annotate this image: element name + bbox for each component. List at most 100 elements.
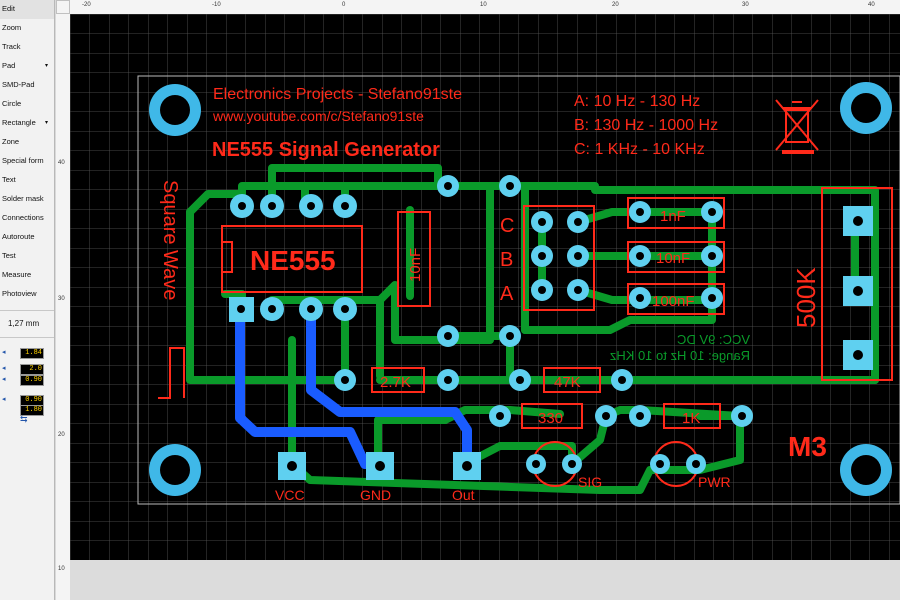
tool-label: Track xyxy=(2,42,21,51)
grid-size-value[interactable]: 1,27 mm xyxy=(8,319,39,328)
tool-pad[interactable]: Pad ▾ xyxy=(0,57,54,76)
resistor-1k-label: 1K xyxy=(682,410,700,427)
tool-label: Autoroute xyxy=(2,232,35,241)
tool-photoview[interactable]: Photoview xyxy=(0,285,54,304)
pad-size-row[interactable]: ◂ 2.0 xyxy=(0,364,54,375)
pad-out-label: Out xyxy=(452,487,475,503)
tool-label: SMD-Pad xyxy=(2,80,35,89)
mounting-hole xyxy=(840,444,892,496)
smd-size-icon: ◂ xyxy=(2,396,6,403)
tool-label: Rectangle xyxy=(2,118,36,127)
ruler-top-label: -20 xyxy=(82,2,91,8)
ruler-top-label: -10 xyxy=(212,2,221,8)
tool-label: Test xyxy=(2,251,16,260)
cap-10nf-label: 10nF xyxy=(407,248,424,282)
square-wave-label: Square Wave xyxy=(159,180,181,300)
swap-icon[interactable]: ⇆ xyxy=(20,414,28,425)
pad-drill-icon: ◂ xyxy=(2,376,6,383)
tool-rectangle[interactable]: Rectangle ▾ xyxy=(0,114,54,133)
pad-gnd-label: GND xyxy=(360,487,391,503)
tool-sidebar: Edit Zoom Track Pad ▾ SMD-Pad Circle Rectangle ▾… xyxy=(0,0,55,600)
resistor-330-label: 330 xyxy=(538,410,563,427)
tool-label: Circle xyxy=(2,99,22,108)
mounting-hole xyxy=(840,82,892,134)
range-b: B: 130 Hz - 1000 Hz xyxy=(574,117,718,134)
ruler-left-label: 10 xyxy=(58,566,65,572)
ruler-top-label: 10 xyxy=(480,2,487,8)
tool-label: Text xyxy=(2,175,16,184)
mounting-hole xyxy=(149,84,201,136)
ruler-top-label: 0 xyxy=(342,2,346,8)
resistor-2k7-label: 2.7K xyxy=(380,374,411,391)
tool-label: Zone xyxy=(2,137,20,146)
author-line: Electronics Projects - Stefano91ste xyxy=(213,86,462,103)
mounting-hole xyxy=(149,444,201,496)
range-c: C: 1 KHz - 10 KHz xyxy=(574,141,705,158)
pad-size-icon: ◂ xyxy=(2,365,6,372)
pad-drill-row[interactable]: ◂ 0.90 xyxy=(0,375,54,386)
ruler-corner xyxy=(56,0,70,14)
chevron-down-icon: ▾ xyxy=(44,63,48,69)
divider xyxy=(0,310,54,311)
tool-measure[interactable]: Measure xyxy=(0,266,54,285)
ruler-top: -20 -10 0 10 20 30 40 xyxy=(70,0,900,15)
model-label: M3 xyxy=(788,431,827,462)
track-width-row[interactable]: ◂ 1.84 xyxy=(0,348,54,359)
board-title: NE555 Signal Generator xyxy=(212,139,440,161)
tool-connections[interactable]: Connections xyxy=(0,209,54,228)
pad-drill-value[interactable]: 0.90 xyxy=(20,375,44,386)
cap-1nf-label: 1nF xyxy=(660,208,686,225)
led-sig-label: SIG xyxy=(578,474,602,490)
tool-label: Measure xyxy=(2,270,32,279)
range-a: A: 10 Hz - 130 Hz xyxy=(574,93,700,110)
led-pwr-label: PWR xyxy=(698,474,731,490)
resistor-47k-label: 47K xyxy=(554,374,581,391)
pcb-canvas[interactable]: NE555 10nF Electronics Projects - Stefan… xyxy=(70,14,900,560)
tool-circle[interactable]: Circle xyxy=(0,95,54,114)
tool-list: Edit Zoom Track Pad ▾ SMD-Pad Circle Rectangle ▾… xyxy=(0,0,54,304)
switch-letter-a: A xyxy=(500,283,514,305)
track-width-icon: ◂ xyxy=(2,349,6,356)
tool-zone[interactable]: Zone xyxy=(0,133,54,152)
ic-label: NE555 xyxy=(250,245,336,276)
tool-special-form[interactable]: Special form xyxy=(0,152,54,171)
tool-label: Connections xyxy=(2,213,44,222)
smd-size-row[interactable]: ◂ 0.90 xyxy=(0,395,54,406)
mirrored-note-range: Range: 10 Hz to 10 KHz xyxy=(610,348,750,363)
tool-autoroute[interactable]: Autoroute xyxy=(0,228,54,247)
url-line: www.youtube.com/c/Stefano91ste xyxy=(212,108,424,124)
pot-label: 500K xyxy=(791,267,821,328)
tool-label: Solder mask xyxy=(2,194,44,203)
ruler-left-label: 40 xyxy=(58,160,65,166)
ruler-left: 40 30 20 10 xyxy=(56,14,71,600)
tool-test[interactable]: Test xyxy=(0,247,54,266)
tool-zoom[interactable]: Zoom xyxy=(0,19,54,38)
switch-letter-b: B xyxy=(500,249,513,271)
pcb-drawing: NE555 10nF Electronics Projects - Stefan… xyxy=(70,14,900,560)
chevron-down-icon: ▾ xyxy=(44,120,48,126)
ruler-top-label: 30 xyxy=(742,2,749,8)
pad-vcc-label: VCC xyxy=(275,487,305,503)
tool-edit[interactable]: Edit xyxy=(0,0,54,19)
divider xyxy=(0,337,54,338)
status-area xyxy=(70,560,900,600)
tool-smd-pad[interactable]: SMD-Pad xyxy=(0,76,54,95)
ruler-top-label: 20 xyxy=(612,2,619,8)
pot-pads xyxy=(843,206,873,370)
switch-letter-c: C xyxy=(500,215,514,237)
tool-label: Edit xyxy=(2,4,15,13)
cap-10nf-label: 10nF xyxy=(656,250,690,267)
ruler-left-label: 20 xyxy=(58,432,65,438)
tool-solder-mask[interactable]: Solder mask xyxy=(0,190,54,209)
pad-outer-value[interactable]: 2.0 xyxy=(20,364,44,375)
tool-text[interactable]: Text xyxy=(0,171,54,190)
tool-label: Zoom xyxy=(2,23,22,32)
tool-label: Pad xyxy=(2,61,16,70)
tool-label: Photoview xyxy=(2,289,37,298)
tool-track[interactable]: Track xyxy=(0,38,54,57)
track-width-value[interactable]: 1.84 xyxy=(20,348,44,359)
cap-100nf-label: 100nF xyxy=(652,293,695,310)
mirrored-note-vcc: VCC: 9V DC xyxy=(677,332,750,347)
tool-label: Special form xyxy=(2,156,44,165)
ruler-left-label: 30 xyxy=(58,296,65,302)
